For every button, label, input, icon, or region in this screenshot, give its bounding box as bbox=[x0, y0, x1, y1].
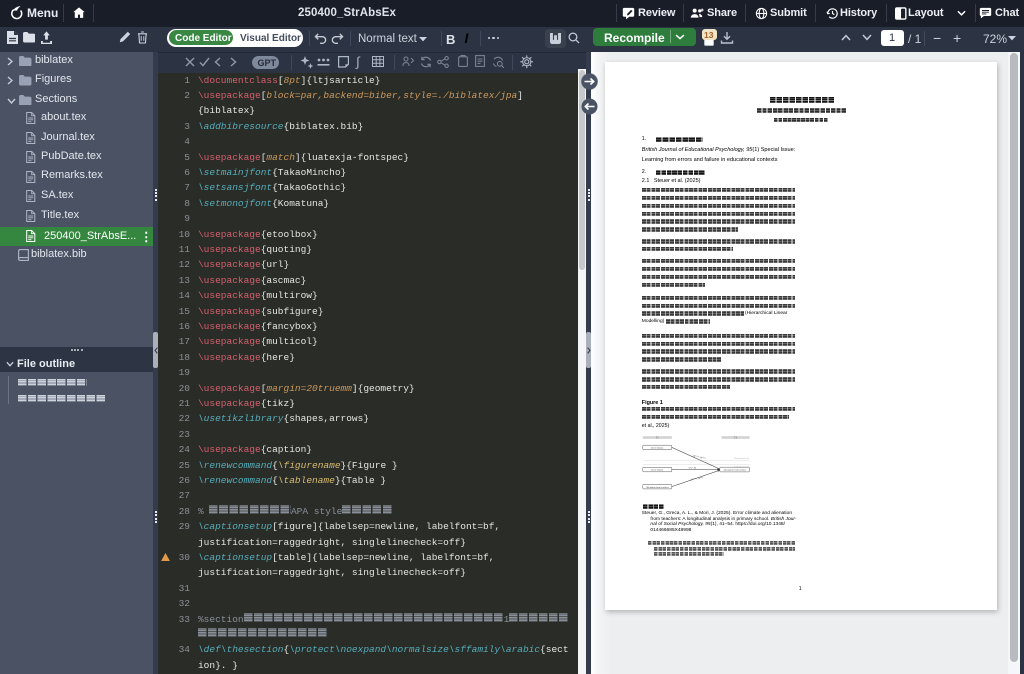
svg-text:Alienation from teachers: Alienation from teachers bbox=[646, 486, 669, 489]
svg-text:.41***/.39***: .41***/.39*** bbox=[690, 476, 705, 481]
svg-text:Classroom level: Classroom level bbox=[734, 458, 749, 460]
svg-text:-.05/-.04: -.05/-.04 bbox=[688, 466, 697, 469]
svg-text:Alienation from teachers: Alienation from teachers bbox=[723, 469, 746, 472]
svg-text:Error climate: Error climate bbox=[651, 470, 663, 472]
svg-text:Error climate: Error climate bbox=[651, 448, 663, 450]
